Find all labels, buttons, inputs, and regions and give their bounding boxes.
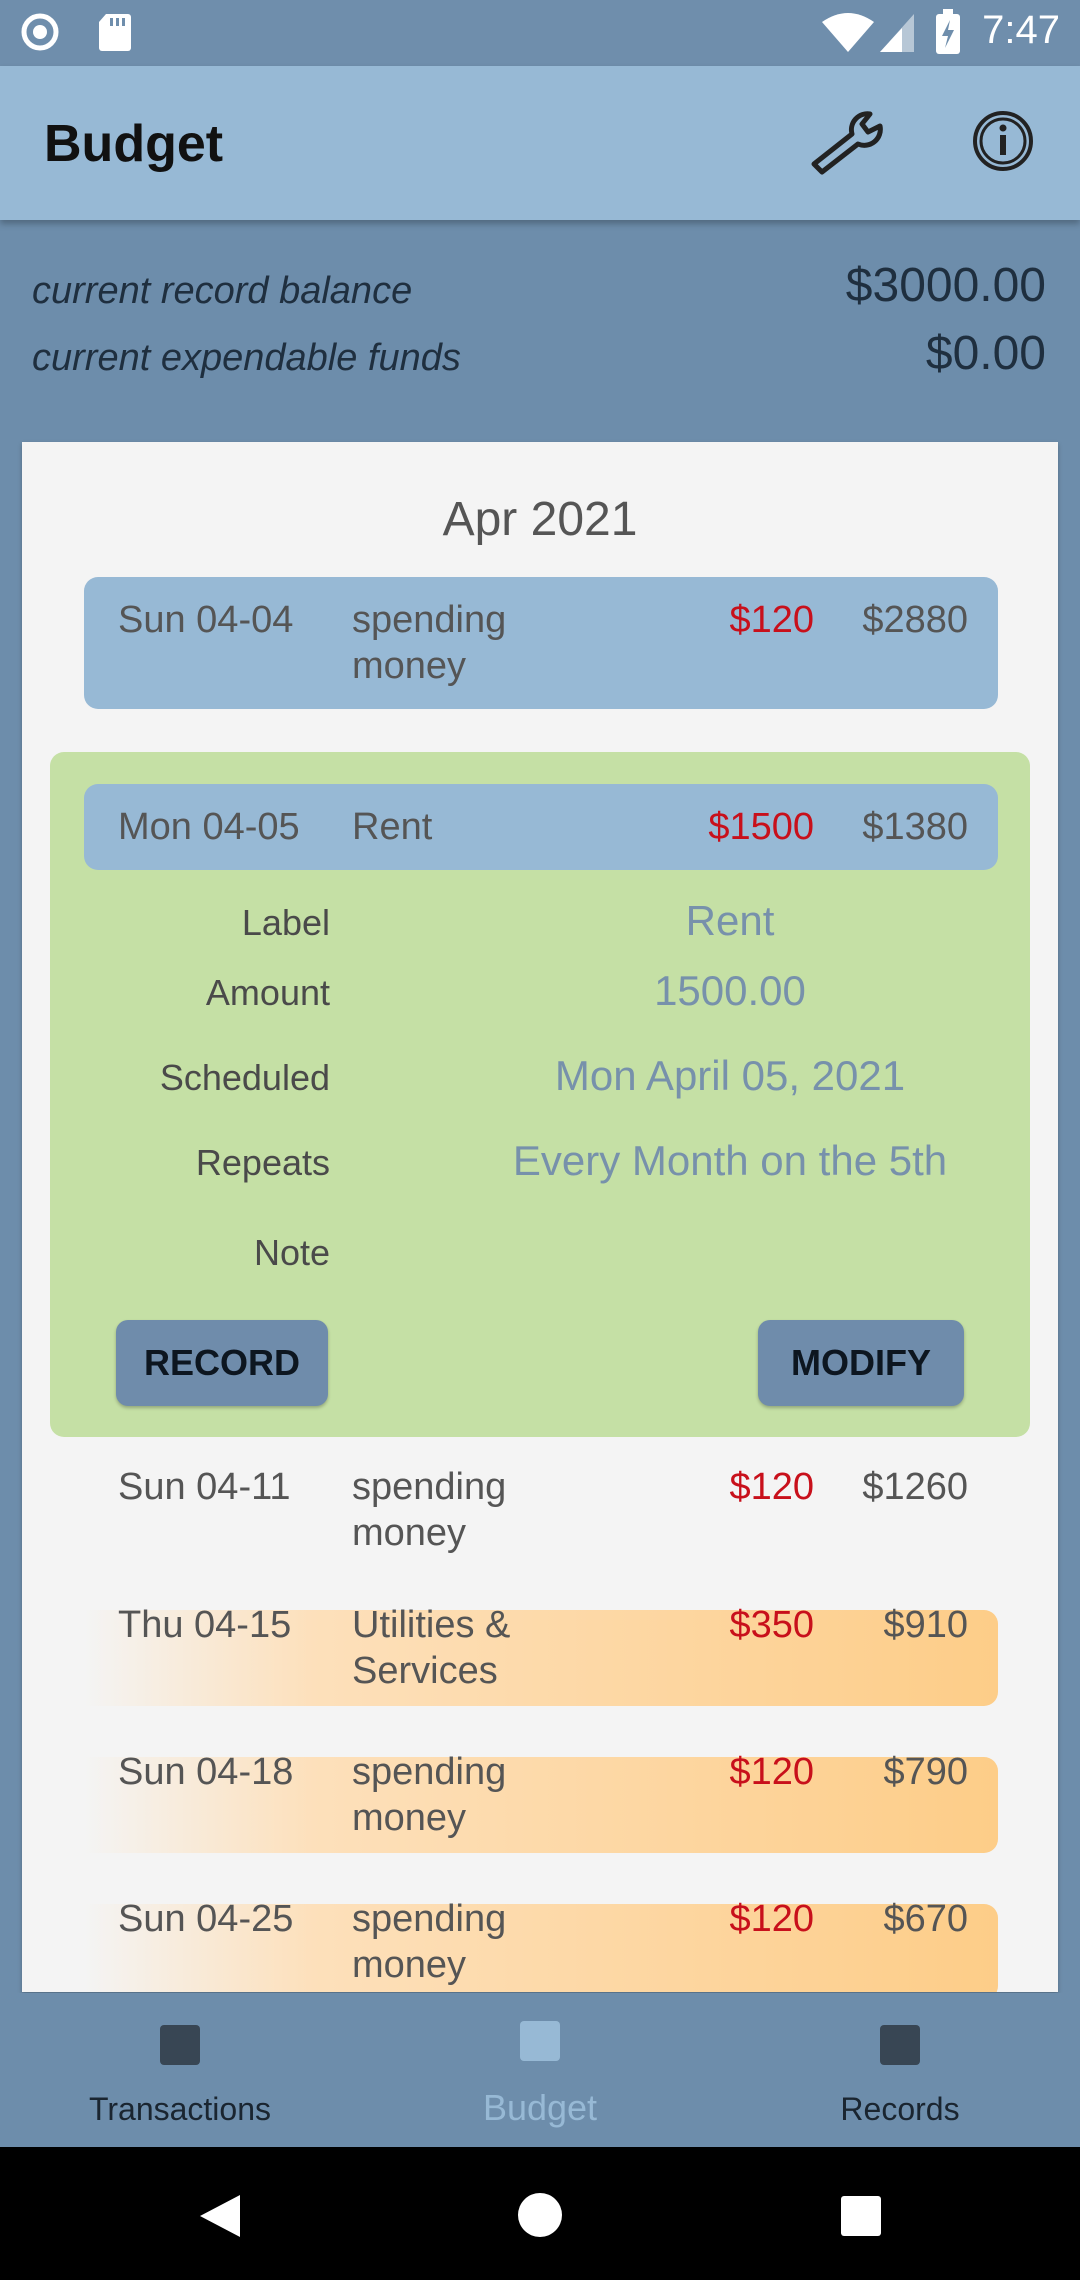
detail-label-label: Label [241, 902, 330, 943]
row-amount: $120 [729, 1751, 814, 1793]
detail-repeats-value[interactable]: Every Month on the 5th [440, 1137, 1020, 1185]
row-label-line2: Services [352, 1650, 498, 1692]
row-balance: $1380 [862, 806, 968, 848]
home-icon[interactable] [516, 2191, 564, 2239]
row-balance: $910 [883, 1604, 968, 1646]
row-amount: $350 [729, 1604, 814, 1646]
transactions-icon [160, 2025, 200, 2065]
row-label-line1: spending [352, 599, 507, 641]
row-label: Utilities & Services [352, 1602, 510, 1694]
wrench-icon[interactable] [806, 106, 892, 178]
row-date: Sun 04-11 [118, 1466, 291, 1508]
nav-label: Transactions [89, 2091, 271, 2127]
nav-budget[interactable]: Budget [360, 1993, 720, 2147]
signal-icon [880, 14, 914, 52]
row-date: Sun 04-18 [118, 1751, 294, 1793]
list-item-selected[interactable]: Mon 04-05 Rent $1500 $1380 [84, 784, 998, 870]
modify-button[interactable]: MODIFY [758, 1320, 964, 1406]
row-amount: $120 [729, 599, 814, 641]
row-label-line1: Utilities & [352, 1604, 511, 1646]
budget-card: Apr 2021 Sun 04-04 spending money $120 $2… [22, 442, 1058, 1992]
row-label: spending money [352, 1896, 506, 1988]
sync-icon [21, 13, 59, 51]
row-label-line1: spending [352, 1751, 507, 1793]
page-title: Budget [44, 115, 224, 173]
row-label-line2: money [352, 1797, 467, 1839]
row-label: spending money [352, 597, 506, 689]
record-button[interactable]: RECORD [116, 1320, 328, 1406]
funds-value: $0.00 [925, 327, 1046, 380]
row-label-line1: spending [352, 1898, 507, 1940]
budget-icon [520, 2021, 560, 2061]
list-item[interactable]: Sun 04-18 spending money $120 $790 [84, 1751, 998, 1853]
list-item[interactable]: Sun 04-25 spending money $120 $670 [84, 1898, 998, 1992]
row-label: spending money [352, 1749, 506, 1841]
nav-label: Budget [482, 2087, 598, 2128]
detail-label-value[interactable]: Rent [440, 897, 1020, 945]
detail-amount-value[interactable]: 1500.00 [440, 967, 1020, 1015]
records-icon [880, 2025, 920, 2065]
row-label: Rent [352, 806, 433, 848]
app-bar: Budget [0, 66, 1080, 220]
row-label-line2: money [352, 1512, 467, 1554]
row-label-line2: money [352, 1944, 467, 1986]
row-balance: $1260 [862, 1466, 968, 1508]
sd-card-icon [99, 14, 131, 51]
list-item[interactable]: Sun 04-04 spending money $120 $2880 [84, 577, 998, 709]
detail-amount-label: Amount [205, 972, 330, 1013]
month-header: Apr 2021 [442, 493, 638, 546]
row-date: Thu 04-15 [118, 1604, 292, 1646]
bottom-nav: Transactions Budget Records [0, 1993, 1080, 2147]
overview-icon[interactable] [840, 2195, 882, 2237]
detail-note-label: Note [253, 1232, 330, 1273]
row-date: Mon 04-05 [118, 806, 300, 848]
detail-scheduled-value[interactable]: Mon April 05, 2021 [440, 1052, 1020, 1100]
back-icon[interactable] [196, 2193, 242, 2239]
row-amount: $120 [729, 1466, 814, 1508]
row-date: Sun 04-25 [118, 1898, 294, 1940]
status-time: 7:47 [982, 8, 1060, 52]
row-label-line2: money [352, 645, 467, 687]
status-bar: 7:47 [0, 0, 1080, 66]
detail-scheduled-label: Scheduled [159, 1057, 330, 1098]
balance-label: current record balance [32, 270, 413, 312]
row-amount: $120 [729, 1898, 814, 1940]
row-amount: $1500 [708, 806, 814, 848]
nav-records[interactable]: Records [720, 1993, 1080, 2147]
system-nav-bar [0, 2147, 1080, 2280]
funds-label: current expendable funds [32, 337, 461, 379]
battery-charging-icon [936, 9, 960, 54]
row-balance: $670 [883, 1898, 968, 1940]
detail-repeats-label: Repeats [195, 1142, 330, 1183]
wifi-icon [822, 13, 874, 52]
row-date: Sun 04-04 [118, 599, 294, 641]
nav-label: Records [840, 2091, 960, 2127]
info-icon[interactable] [970, 108, 1036, 174]
transaction-detail: Mon 04-05 Rent $1500 $1380 Label Rent Am… [50, 752, 1030, 1437]
nav-transactions[interactable]: Transactions [0, 1993, 360, 2147]
row-balance: $2880 [862, 599, 968, 641]
list-item[interactable]: Thu 04-15 Utilities & Services $350 $910 [84, 1604, 998, 1706]
row-balance: $790 [883, 1751, 968, 1793]
balance-value: $3000.00 [845, 259, 1046, 312]
row-label-line1: spending [352, 1466, 507, 1508]
row-label: spending money [352, 1464, 506, 1556]
list-item[interactable]: Sun 04-11 spending money $120 $1260 [84, 1452, 998, 1554]
